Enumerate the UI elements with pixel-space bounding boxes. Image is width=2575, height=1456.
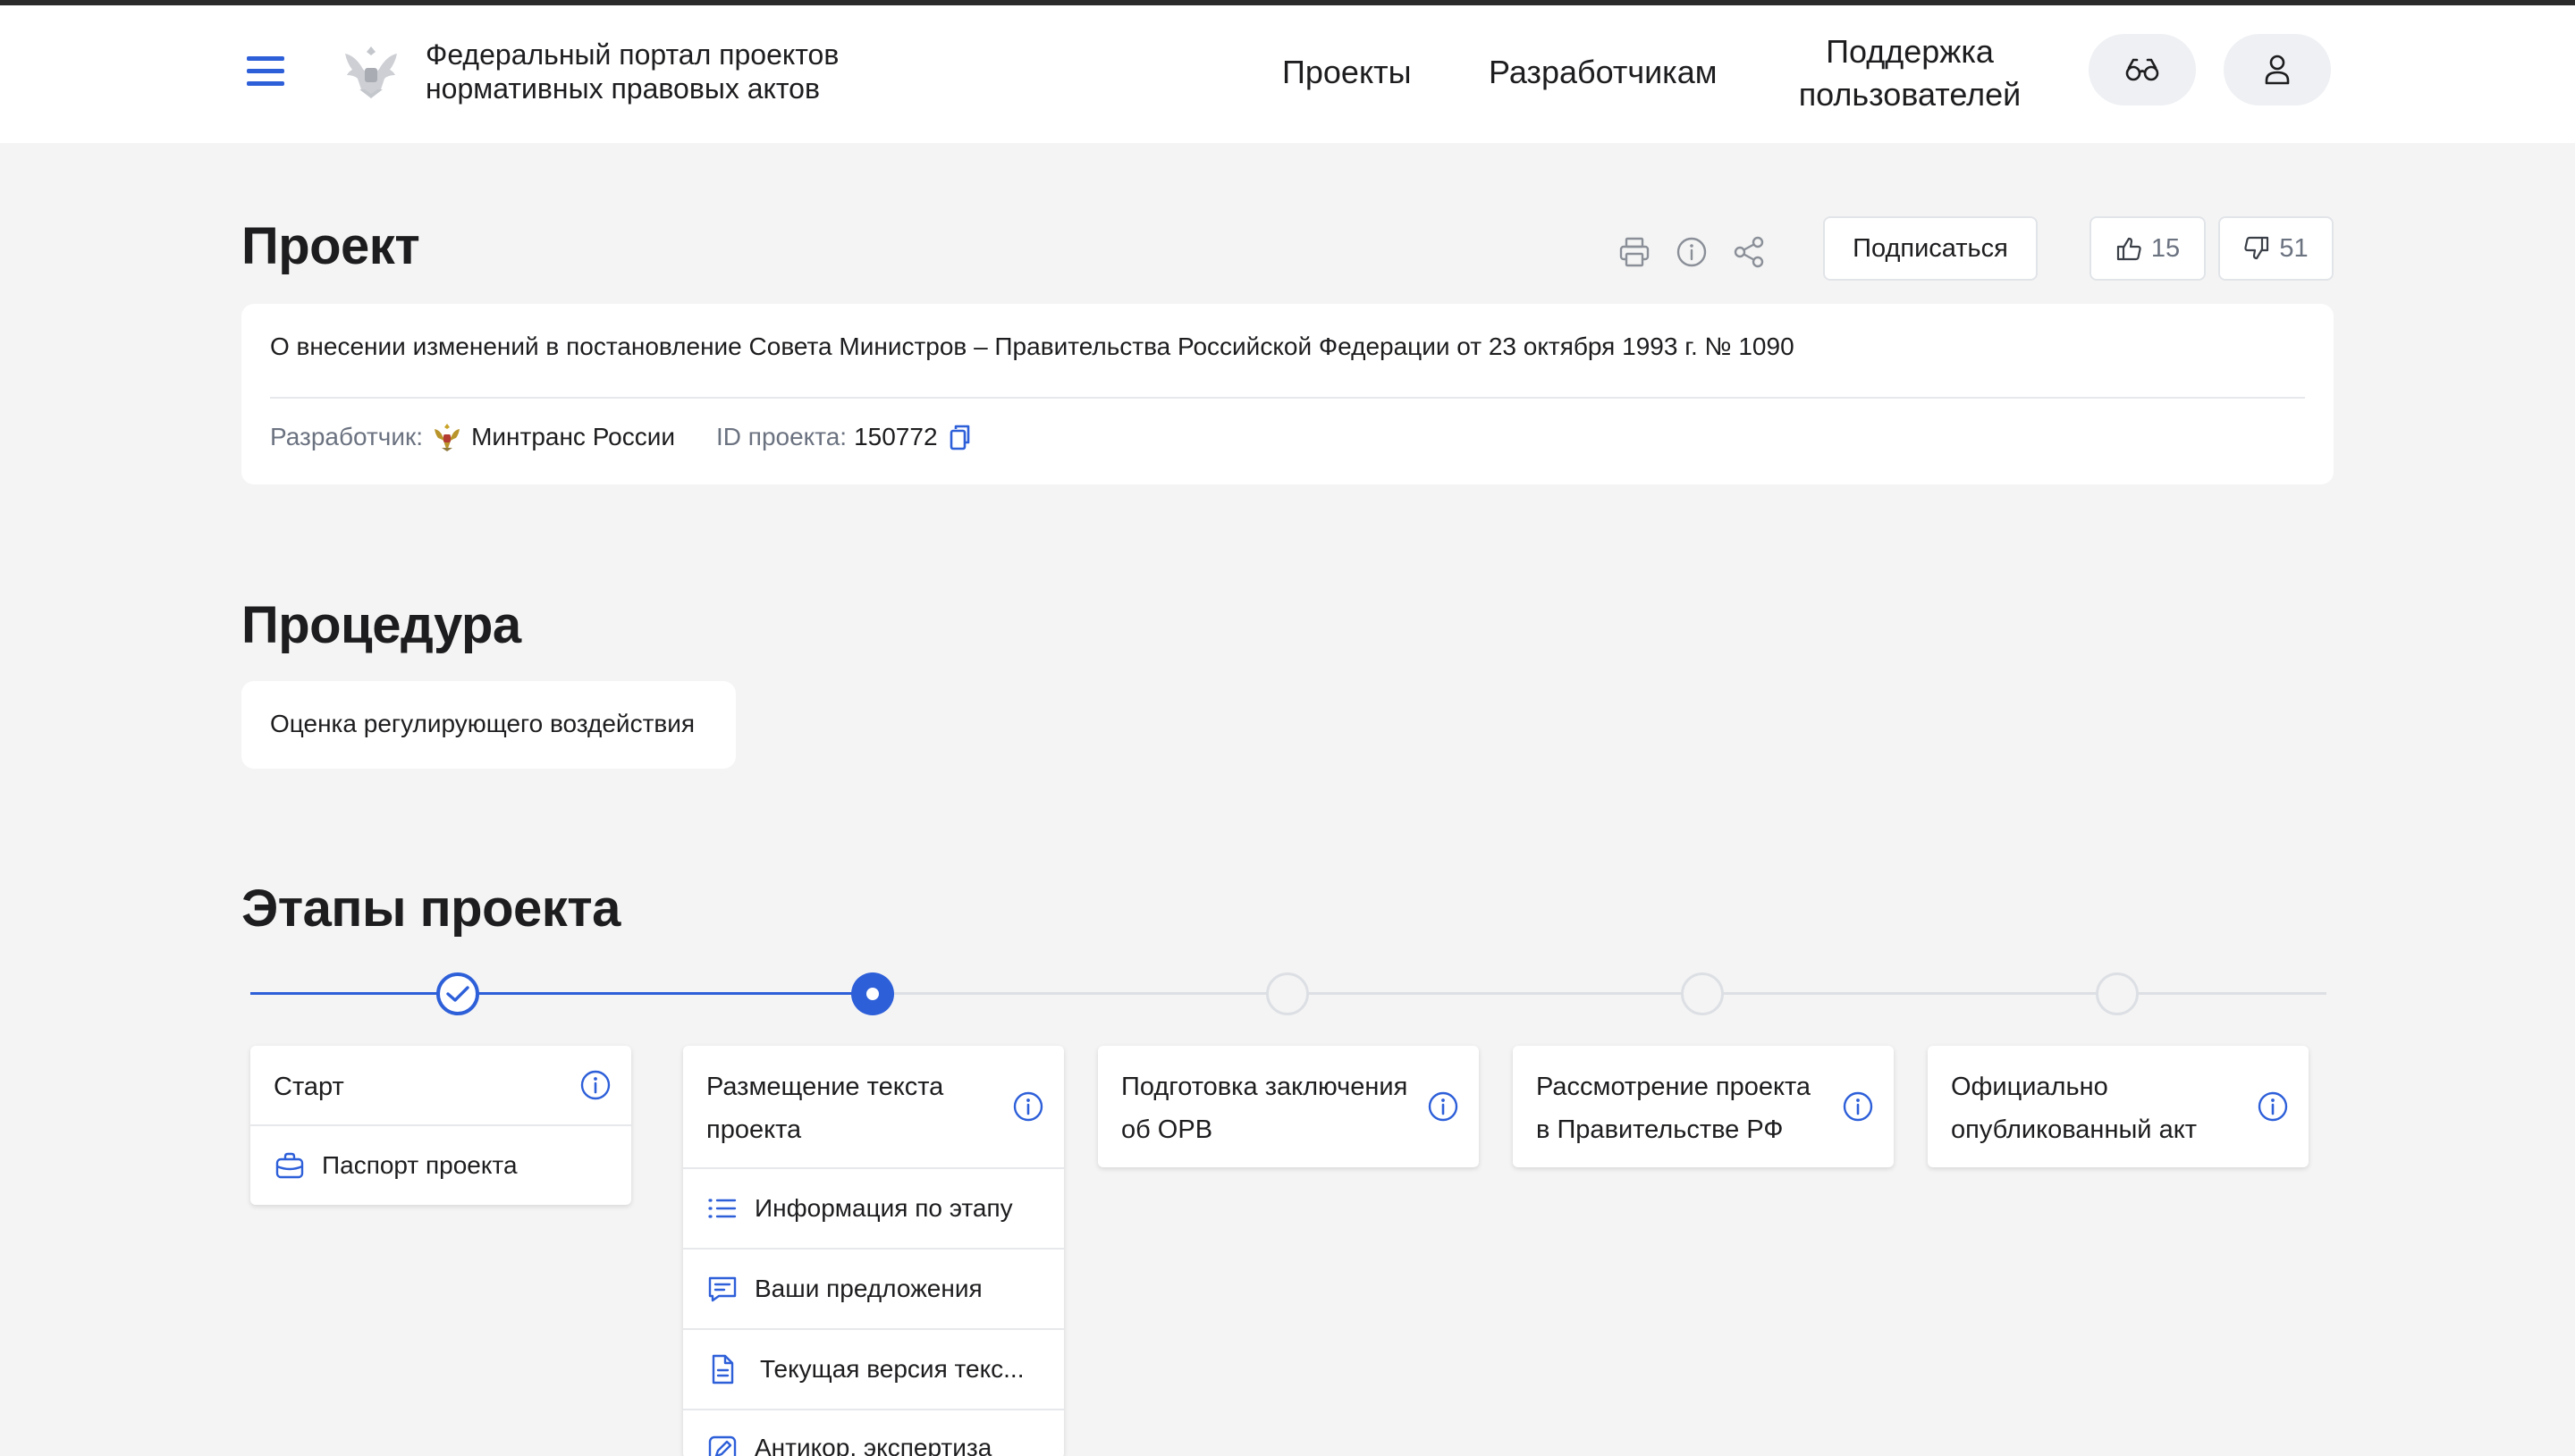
stage-card-placement: Размещение текста проекта Информация по … [683, 1046, 1064, 1456]
stage-link-label: Информация по этапу [755, 1194, 1013, 1222]
project-heading: Проект [241, 217, 420, 275]
stage-card-published: Официально опубликованный акт [1928, 1046, 2309, 1167]
accessibility-button[interactable] [2089, 34, 2196, 105]
project-card: О внесении изменений в постановление Сов… [241, 304, 2334, 484]
briefcase-icon [275, 1152, 304, 1179]
developer-label: Разработчик: [270, 423, 424, 450]
info-icon[interactable] [1427, 1090, 1459, 1123]
stage-link-anticorruption[interactable]: Антикор. экспертиза [683, 1409, 1064, 1456]
stage-header[interactable]: Подготовка заключения об ОРВ [1098, 1046, 1479, 1167]
stage-card-government: Рассмотрение проекта в Правительстве РФ [1513, 1046, 1894, 1167]
project-meta: Разработчик: Минтранс России ID проекта:… [270, 422, 975, 452]
info-icon[interactable] [579, 1069, 612, 1101]
user-icon [2265, 55, 2290, 85]
stage-link-passport[interactable]: Паспорт проекта [250, 1124, 631, 1205]
stage-card-orv: Подготовка заключения об ОРВ [1098, 1046, 1479, 1167]
list-icon [708, 1199, 737, 1218]
portal-title-line1: Федеральный портал проектов [426, 38, 840, 71]
subscribe-button[interactable]: Подписаться [1823, 216, 2038, 281]
share-icon[interactable] [1731, 234, 1767, 270]
stage-title: Старт [274, 1073, 344, 1101]
stage-link-label: Антикор. экспертиза [755, 1434, 992, 1456]
stage-link-label: Ваши предложения [755, 1275, 983, 1302]
stage-header[interactable]: Размещение текста проекта [683, 1046, 1064, 1167]
thumbs-up-icon [2116, 237, 2141, 261]
nav-projects[interactable]: Проекты [1282, 54, 1411, 91]
glasses-icon [2125, 58, 2159, 81]
like-count: 15 [2150, 233, 2181, 263]
russian-emblem-logo[interactable] [340, 41, 402, 102]
stage-title: Официально опубликованный акт [1951, 1073, 2197, 1144]
edit-icon [708, 1435, 737, 1456]
ministry-emblem-icon [435, 424, 460, 451]
stage-title: Рассмотрение проекта в Правительстве РФ [1536, 1073, 1811, 1144]
info-icon[interactable] [1674, 234, 1710, 270]
developer-name[interactable]: Минтранс России [471, 423, 675, 451]
procedure-heading: Процедура [241, 596, 521, 654]
stage-node-start [436, 972, 479, 1015]
stage-link-proposals[interactable]: Ваши предложения [683, 1248, 1064, 1328]
portal-title[interactable]: Федеральный портал проектов нормативных … [426, 38, 926, 105]
stage-node-orv [1266, 972, 1309, 1015]
print-icon[interactable] [1617, 234, 1652, 270]
project-id-value: 150772 [854, 423, 938, 450]
info-icon[interactable] [1012, 1090, 1044, 1123]
nav-support[interactable]: Поддержка пользователей [1795, 30, 2024, 116]
info-icon[interactable] [1842, 1090, 1874, 1123]
copy-icon[interactable] [945, 422, 975, 452]
menu-icon[interactable] [247, 55, 284, 87]
info-icon[interactable] [2257, 1090, 2289, 1123]
site-header: Федеральный портал проектов нормативных … [0, 5, 2575, 143]
divider [270, 397, 2305, 399]
project-title: О внесении изменений в постановление Сов… [270, 332, 1794, 360]
stage-header[interactable]: Официально опубликованный акт [1928, 1046, 2309, 1167]
stage-link-stage-info[interactable]: Информация по этапу [683, 1167, 1064, 1248]
document-icon [712, 1354, 734, 1384]
dislike-button[interactable]: 51 [2218, 216, 2334, 281]
user-account-button[interactable] [2224, 34, 2331, 105]
stage-title: Подготовка заключения об ОРВ [1121, 1073, 1408, 1144]
project-id-label: ID проекта: [716, 423, 848, 450]
thumbs-down-icon [2244, 236, 2269, 260]
procedure-card: Оценка регулирующего воздействия [241, 681, 736, 769]
timeline-progress [250, 992, 873, 995]
dislike-count: 51 [2279, 233, 2309, 263]
stage-header[interactable]: Рассмотрение проекта в Правительстве РФ [1513, 1046, 1894, 1167]
like-button[interactable]: 15 [2090, 216, 2206, 281]
stage-node-placement [851, 972, 894, 1015]
comment-icon [708, 1276, 737, 1302]
stage-title: Размещение текста проекта [706, 1073, 944, 1144]
nav-developers[interactable]: Разработчикам [1489, 54, 1718, 91]
stage-link-label: Текущая версия текс... [760, 1355, 1025, 1383]
portal-title-line2: нормативных правовых актов [426, 72, 820, 105]
stages-heading: Этапы проекта [241, 879, 621, 938]
procedure-value: Оценка регулирующего воздействия [270, 710, 696, 737]
check-icon [446, 986, 469, 1002]
stage-header[interactable]: Старт [250, 1046, 631, 1124]
stage-card-start: Старт Паспорт проекта [250, 1046, 631, 1205]
stage-node-published [2096, 972, 2139, 1015]
stage-node-government [1681, 972, 1724, 1015]
stage-link-label: Паспорт проекта [322, 1151, 518, 1179]
stage-link-current-version[interactable]: Текущая версия текс... [683, 1328, 1064, 1409]
